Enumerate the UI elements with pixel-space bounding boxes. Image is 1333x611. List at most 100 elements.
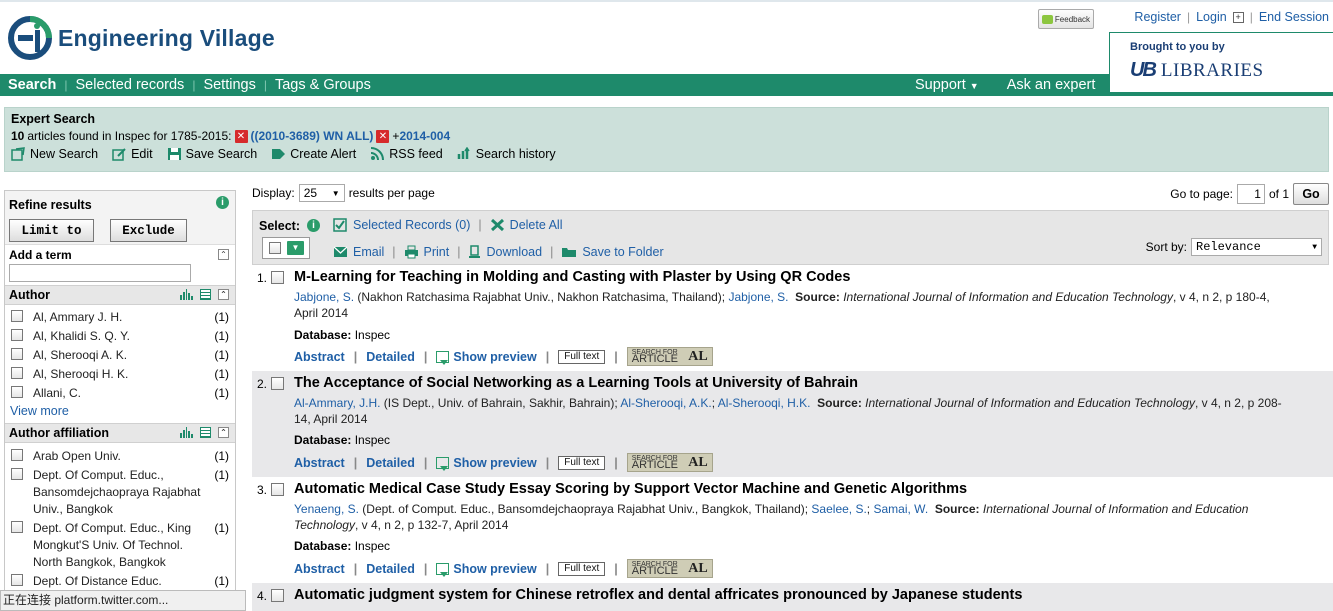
- author-link[interactable]: Al-Ammary, J.H.: [294, 396, 380, 410]
- facet-checkbox[interactable]: [11, 310, 23, 322]
- facet-label: Allani, C.: [33, 386, 82, 400]
- facet-item[interactable]: Dept. Of Comput. Educ., Bansomdejchaopra…: [5, 467, 235, 518]
- show-preview-link[interactable]: Show preview: [436, 456, 537, 472]
- author-link[interactable]: Al-Sherooqi, H.K.: [718, 396, 811, 410]
- facet-item[interactable]: Allani, C. (1): [5, 385, 235, 402]
- chart-icon[interactable]: [180, 289, 193, 300]
- view-more-link[interactable]: View more: [5, 402, 235, 420]
- facet-checkbox[interactable]: [11, 574, 23, 586]
- detailed-link[interactable]: Detailed: [366, 350, 415, 364]
- show-preview-link[interactable]: Show preview: [436, 562, 537, 578]
- search-for-article-button[interactable]: SEARCH FOR ARTICLE AL: [626, 453, 713, 472]
- author-link[interactable]: Jabjone, S.: [294, 290, 354, 304]
- facet-item[interactable]: Arab Open Univ. (1): [5, 448, 235, 465]
- author-link[interactable]: Samai, W.: [873, 502, 928, 516]
- delete-all-link[interactable]: Delete All: [490, 218, 562, 232]
- remove-query-icon[interactable]: ✕: [376, 129, 390, 143]
- search-history-button[interactable]: Search history: [457, 147, 556, 161]
- facet-checkbox[interactable]: [11, 329, 23, 341]
- edit-button[interactable]: Edit: [112, 147, 153, 161]
- email-link[interactable]: Email: [333, 245, 384, 259]
- add-term-input[interactable]: [9, 264, 191, 282]
- detailed-link[interactable]: Detailed: [366, 562, 415, 576]
- result-title[interactable]: Automatic judgment system for Chinese re…: [294, 587, 1022, 603]
- full-text-button[interactable]: Full text: [558, 349, 606, 364]
- result-checkbox[interactable]: [271, 271, 284, 284]
- result-title[interactable]: M-Learning for Teaching in Molding and C…: [294, 269, 850, 285]
- result-checkbox[interactable]: [271, 377, 284, 390]
- nav-tags-groups[interactable]: Tags & Groups: [267, 77, 379, 93]
- nav-ask-expert[interactable]: Ask an expert: [1007, 77, 1096, 93]
- go-button[interactable]: Go: [1293, 183, 1329, 205]
- search-for-article-button[interactable]: SEARCH FOR ARTICLE AL: [626, 559, 713, 578]
- collapse-icon[interactable]: ⌃: [218, 427, 229, 438]
- register-link[interactable]: Register: [1134, 10, 1181, 24]
- search-for-article-button[interactable]: SEARCH FOR ARTICLE AL: [626, 347, 713, 366]
- login-link[interactable]: Login: [1196, 10, 1227, 24]
- facet-item[interactable]: Al, Sherooqi A. K. (1): [5, 347, 235, 364]
- author-link[interactable]: Yenaeng, S.: [294, 502, 359, 516]
- abstract-link[interactable]: Abstract: [294, 456, 345, 470]
- login-expand-icon[interactable]: +: [1232, 11, 1244, 23]
- create-alert-button[interactable]: Create Alert: [271, 147, 356, 161]
- result-checkbox[interactable]: [271, 483, 284, 496]
- full-text-button[interactable]: Full text: [558, 455, 606, 470]
- facet-checkbox[interactable]: [11, 348, 23, 360]
- exclude-button[interactable]: Exclude: [110, 219, 187, 242]
- query-term-1[interactable]: ((2010-3689) WN ALL): [251, 129, 374, 143]
- print-link[interactable]: Print: [404, 245, 449, 259]
- engineering-village-logo[interactable]: Engineering Village: [8, 14, 275, 62]
- detailed-link[interactable]: Detailed: [366, 456, 415, 470]
- page-number-input[interactable]: 1: [1236, 184, 1265, 204]
- selected-records-link[interactable]: Selected Records (0): [333, 218, 470, 232]
- result-title[interactable]: Automatic Medical Case Study Essay Scori…: [294, 481, 967, 497]
- remove-query-icon[interactable]: ✕: [234, 129, 248, 143]
- new-search-button[interactable]: New Search: [11, 147, 98, 161]
- author-link[interactable]: Al-Sherooqi, A.K.: [620, 396, 711, 410]
- nav-selected-records[interactable]: Selected records: [68, 77, 193, 93]
- select-all-combo[interactable]: ▼: [262, 237, 310, 259]
- results-per-page-select[interactable]: 25 ▼: [298, 184, 345, 202]
- info-icon[interactable]: i: [216, 196, 229, 209]
- select-all-checkbox[interactable]: [269, 242, 281, 254]
- save-search-button[interactable]: Save Search: [167, 147, 257, 161]
- facet-checkbox[interactable]: [11, 449, 23, 461]
- result-checkbox[interactable]: [271, 589, 284, 602]
- author-link[interactable]: Jabjone, S.: [728, 290, 788, 304]
- facet-checkbox[interactable]: [11, 468, 23, 480]
- full-text-button[interactable]: Full text: [558, 561, 606, 576]
- nav-search[interactable]: Search: [0, 77, 64, 93]
- nav-support[interactable]: Support ▼: [915, 77, 979, 93]
- facet-item[interactable]: Dept. Of Distance Educ. (1): [5, 573, 235, 590]
- abstract-link[interactable]: Abstract: [294, 562, 345, 576]
- facet-item[interactable]: Al, Ammary J. H. (1): [5, 309, 235, 326]
- nav-settings[interactable]: Settings: [195, 77, 263, 93]
- end-session-link[interactable]: End Session: [1259, 10, 1329, 24]
- chart-icon[interactable]: [180, 427, 193, 438]
- facet-item[interactable]: Al, Sherooqi H. K. (1): [5, 366, 235, 383]
- info-icon[interactable]: i: [307, 219, 320, 232]
- select-dropdown-icon[interactable]: ▼: [287, 241, 304, 255]
- facet-checkbox[interactable]: [11, 386, 23, 398]
- sort-select[interactable]: Relevance ▼: [1191, 238, 1322, 256]
- collapse-icon[interactable]: ⌃: [218, 289, 229, 300]
- abstract-link[interactable]: Abstract: [294, 350, 345, 364]
- facet-checkbox[interactable]: [11, 367, 23, 379]
- facet-item[interactable]: Al, Khalidi S. Q. Y. (1): [5, 328, 235, 345]
- facet-item[interactable]: Dept. Of Comput. Educ., King Mongkut'S U…: [5, 520, 235, 571]
- export-grid-icon[interactable]: [200, 427, 211, 438]
- collapse-icon[interactable]: ⌃: [218, 249, 229, 260]
- export-grid-icon[interactable]: [200, 289, 211, 300]
- library-branding[interactable]: Brought to you by UB LIBRARIES: [1109, 32, 1333, 93]
- feedback-button[interactable]: Feedback: [1038, 9, 1094, 29]
- facet-checkbox[interactable]: [11, 521, 23, 533]
- download-link[interactable]: Download: [468, 245, 542, 259]
- query-term-2[interactable]: 2014-004: [399, 129, 450, 143]
- result-title[interactable]: The Acceptance of Social Networking as a…: [294, 375, 858, 391]
- limit-to-button[interactable]: Limit to: [9, 219, 94, 242]
- result-number: 4.: [257, 589, 268, 603]
- author-link[interactable]: Saelee, S.: [811, 502, 866, 516]
- rss-feed-button[interactable]: RSS feed: [370, 147, 443, 161]
- show-preview-link[interactable]: Show preview: [436, 350, 537, 366]
- save-to-folder-link[interactable]: Save to Folder: [561, 245, 664, 259]
